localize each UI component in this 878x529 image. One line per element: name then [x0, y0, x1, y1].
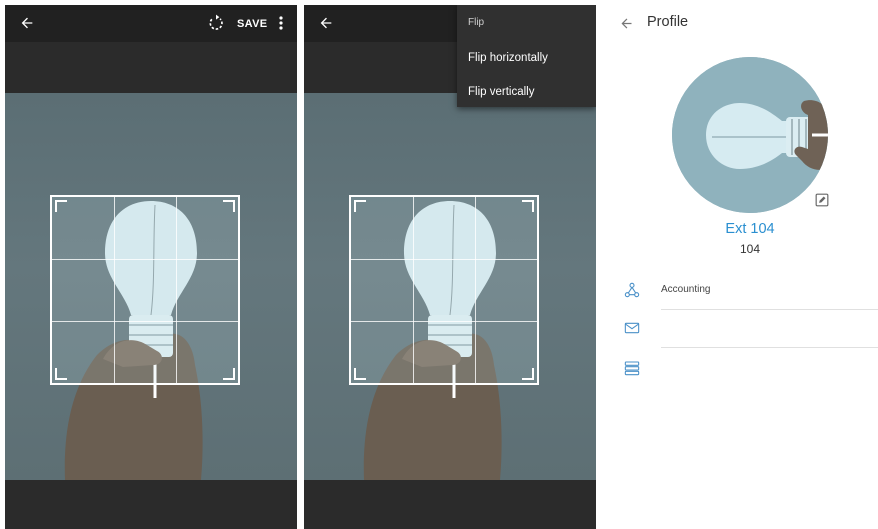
mail-icon — [623, 319, 641, 337]
crop-grid-line — [351, 320, 537, 322]
profile-name: Ext 104 — [725, 221, 775, 237]
crop-handle-bottom-left[interactable] — [354, 368, 366, 380]
org-chart-icon — [623, 281, 641, 299]
crop-grid-line — [351, 258, 537, 260]
flip-menu: Flip Flip horizontally Flip vertically — [457, 5, 596, 107]
server-row[interactable] — [604, 350, 878, 388]
crop-grid-line — [175, 197, 177, 383]
image-editor-panel-flip-menu: Flip Flip horizontally Flip vertically — [304, 5, 596, 529]
arrow-left-icon — [320, 17, 332, 29]
crop-grid-line — [52, 258, 238, 260]
avatar[interactable] — [672, 57, 828, 213]
profile-extension: 104 — [739, 242, 761, 256]
image-canvas — [5, 93, 297, 480]
crop-handle-bottom-right[interactable] — [522, 368, 534, 380]
back-button[interactable] — [15, 11, 39, 35]
department-row[interactable]: Accounting — [604, 272, 878, 310]
back-button[interactable] — [614, 11, 638, 35]
avatar-photo — [672, 57, 828, 213]
email-row[interactable] — [604, 310, 878, 348]
crop-handle-top-right[interactable] — [223, 200, 235, 212]
image-editor-panel: SAVE — [5, 5, 297, 529]
crop-grid-line — [52, 320, 238, 322]
edit-avatar-button[interactable] — [814, 192, 830, 208]
more-vert-icon — [279, 16, 283, 30]
arrow-left-icon — [21, 17, 33, 29]
department-value: Accounting — [661, 284, 711, 295]
crop-handle-top-left[interactable] — [354, 200, 366, 212]
crop-grid-line — [412, 197, 414, 383]
crop-frame[interactable] — [50, 195, 240, 385]
page-title: Profile — [647, 14, 689, 30]
rotate-button[interactable] — [204, 11, 228, 35]
rotate-icon — [209, 14, 223, 30]
more-options-button[interactable] — [273, 11, 289, 35]
arrow-left-icon — [621, 18, 631, 28]
crop-handle-bottom-left[interactable] — [55, 368, 67, 380]
save-button[interactable]: SAVE — [237, 15, 267, 33]
crop-handle-bottom-right[interactable] — [223, 368, 235, 380]
divider — [661, 347, 878, 348]
edit-icon — [815, 193, 829, 207]
crop-handle-top-left[interactable] — [55, 200, 67, 212]
profile-panel: Profile Ext 104 104 Accounting — [604, 5, 878, 529]
editor-toolbar: SAVE — [5, 5, 297, 42]
flip-vertically-item[interactable]: Flip vertically — [457, 77, 596, 107]
crop-frame[interactable] — [349, 195, 539, 385]
image-canvas — [304, 93, 596, 480]
crop-grid-line — [113, 197, 115, 383]
flip-horizontally-item[interactable]: Flip horizontally — [457, 43, 596, 73]
crop-grid-line — [474, 197, 476, 383]
crop-handle-top-right[interactable] — [522, 200, 534, 212]
back-button[interactable] — [314, 11, 338, 35]
server-icon — [623, 359, 641, 377]
flip-menu-title: Flip — [468, 17, 485, 28]
